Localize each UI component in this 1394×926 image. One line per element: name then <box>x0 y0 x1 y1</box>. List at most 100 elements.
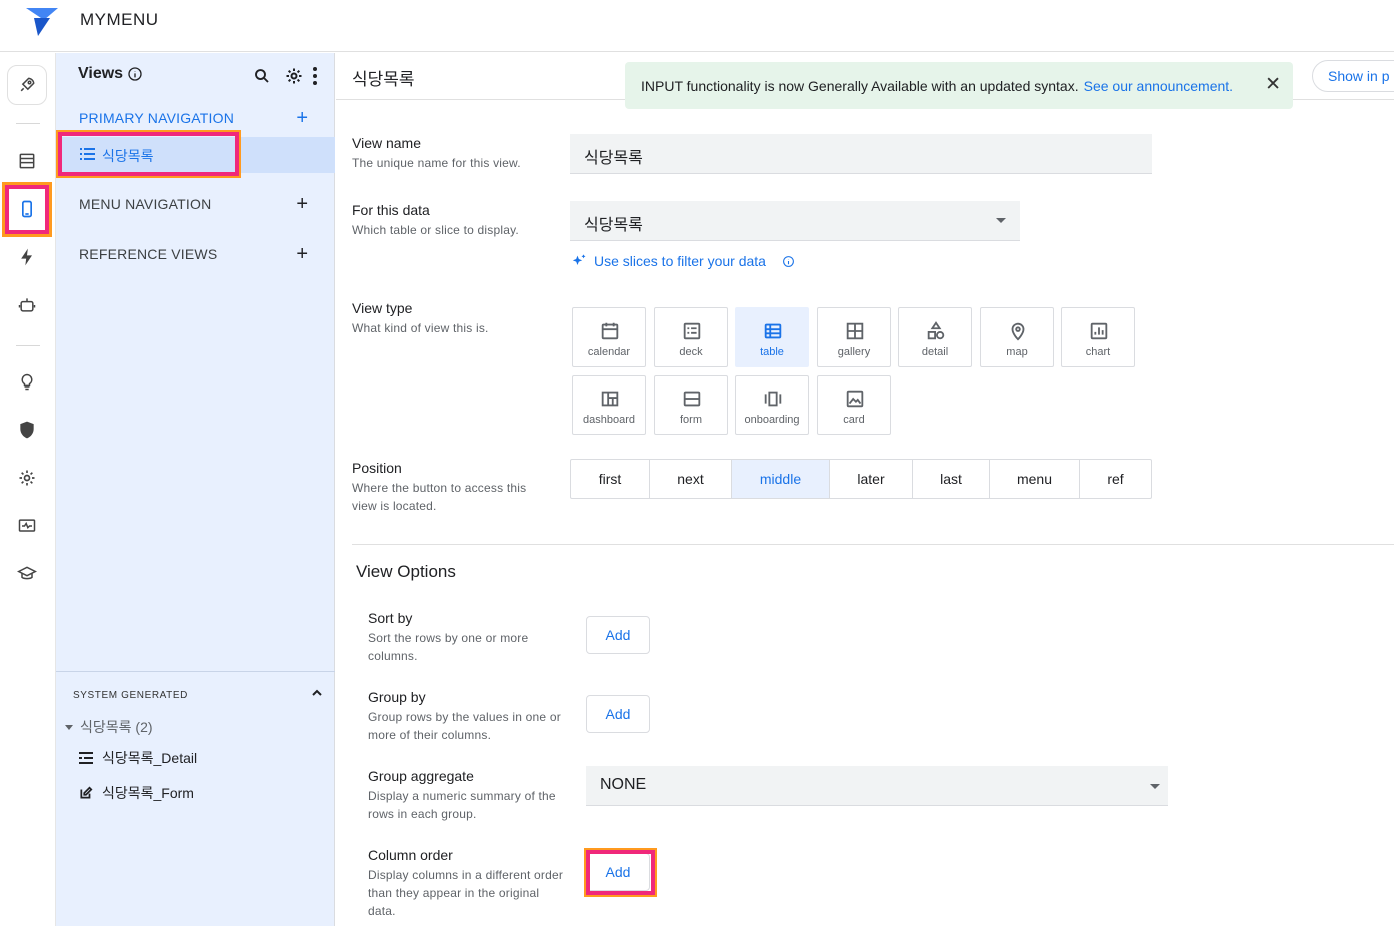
search-icon[interactable] <box>253 67 271 85</box>
rail-divider <box>16 123 40 124</box>
position-menu[interactable]: menu <box>990 460 1080 498</box>
shield-icon[interactable] <box>7 410 47 450</box>
deck-icon <box>683 322 701 340</box>
view-type-label: deck <box>679 346 703 358</box>
group-aggregate-value: NONE <box>600 776 647 793</box>
system-group-toggle[interactable]: 식당목록 (2) <box>64 717 153 737</box>
edit-icon <box>80 786 93 799</box>
rocket-icon[interactable] <box>7 65 47 105</box>
position-segmented-control: first next middle later last menu ref <box>570 459 1152 499</box>
top-bar: MYMENU <box>0 0 1394 52</box>
chevron-up-icon[interactable] <box>311 687 323 699</box>
add-button-highlight-box <box>586 850 655 895</box>
system-item-label: 식당목록_Form <box>102 785 194 801</box>
position-first[interactable]: first <box>571 460 650 498</box>
add-primary-view-button[interactable]: + <box>296 108 308 128</box>
announcement-toast: INPUT functionality is now Generally Ava… <box>625 62 1293 109</box>
system-item-detail[interactable]: 식당목록_Detail <box>79 748 197 768</box>
dropdown-arrow-icon <box>996 218 1006 223</box>
sort-by-help-1: Sort the rows by one or more <box>368 631 529 645</box>
view-type-map[interactable]: map <box>980 307 1054 367</box>
view-type-label: chart <box>1085 346 1111 358</box>
view-type-label: dashboard <box>583 414 635 426</box>
view-type-table[interactable]: table <box>735 307 809 367</box>
view-type-label: calendar <box>587 346 631 358</box>
show-in-preview-button[interactable]: Show in p <box>1312 60 1394 92</box>
info-icon[interactable] <box>127 66 143 82</box>
group-aggregate-select[interactable]: NONE <box>586 766 1168 806</box>
app-title: MYMENU <box>80 10 159 29</box>
for-data-select[interactable]: 식당목록 <box>570 201 1020 241</box>
group-aggregate-label: Group aggregate <box>368 768 474 784</box>
views-panel: Views PRIMARY NAVIGATION + 식당목록 MENU NAV… <box>56 53 335 926</box>
table-icon <box>764 323 782 339</box>
bolt-icon[interactable] <box>7 237 47 277</box>
gallery-icon <box>846 322 864 340</box>
view-type-label: detail <box>921 346 949 358</box>
view-type-label: card <box>843 414 865 426</box>
group-by-add-button[interactable]: Add <box>586 695 650 733</box>
view-type-calendar[interactable]: calendar <box>572 307 646 367</box>
group-aggregate-help-1: Display a numeric summary of the <box>368 789 556 803</box>
toast-text: INPUT functionality is now Generally Ava… <box>641 77 1079 94</box>
lightbulb-icon[interactable] <box>7 362 47 402</box>
graduation-cap-icon[interactable] <box>7 554 47 594</box>
announcement-link[interactable]: See our announcement. <box>1084 78 1233 94</box>
system-group-label: 식당목록 (2) <box>80 719 153 735</box>
data-table-icon[interactable] <box>7 141 47 181</box>
for-data-value: 식당목록 <box>584 217 643 234</box>
view-type-label: gallery <box>837 346 871 358</box>
monitor-icon[interactable] <box>7 506 47 546</box>
detail-list-icon <box>79 752 93 764</box>
form-icon <box>683 391 701 407</box>
sort-by-help-2: columns. <box>368 649 418 663</box>
dashboard-icon <box>601 391 619 407</box>
view-type-detail[interactable]: detail <box>898 307 972 367</box>
bot-icon[interactable] <box>7 285 47 325</box>
position-help-1: Where the button to access this <box>352 481 527 495</box>
view-type-gallery[interactable]: gallery <box>817 307 891 367</box>
close-icon[interactable]: ✕ <box>1265 75 1281 94</box>
add-menu-view-button[interactable]: + <box>296 194 308 214</box>
info-icon[interactable] <box>782 255 795 268</box>
sort-by-add-button[interactable]: Add <box>586 616 650 654</box>
add-reference-view-button[interactable]: + <box>296 244 308 264</box>
column-order-help-3: data. <box>368 904 396 918</box>
system-item-label: 식당목록_Detail <box>102 750 198 766</box>
view-type-card[interactable]: card <box>817 375 891 435</box>
view-type-form[interactable]: form <box>654 375 728 435</box>
system-item-form[interactable]: 식당목록_Form <box>79 783 194 803</box>
view-type-chart[interactable]: chart <box>1061 307 1135 367</box>
column-order-label: Column order <box>368 847 453 863</box>
position-ref[interactable]: ref <box>1080 460 1151 498</box>
view-type-label: table <box>760 346 784 358</box>
image-card-icon <box>846 390 864 408</box>
position-later[interactable]: later <box>830 460 913 498</box>
view-name-input[interactable]: 식당목록 <box>570 134 1152 174</box>
rail-highlight-box <box>2 182 52 237</box>
rail-divider <box>16 345 40 346</box>
calendar-icon <box>601 322 619 340</box>
settings-gear-icon[interactable] <box>284 66 304 86</box>
group-aggregate-help-2: rows in each group. <box>368 807 477 821</box>
views-header: Views <box>78 65 143 83</box>
position-next[interactable]: next <box>650 460 732 498</box>
view-name-label: View name <box>352 135 422 151</box>
view-type-onboarding[interactable]: onboarding <box>735 375 809 435</box>
view-type-label: map <box>1006 346 1028 358</box>
group-by-help-1: Group rows by the values in one or <box>368 710 561 724</box>
position-last[interactable]: last <box>913 460 990 498</box>
position-middle[interactable]: middle <box>732 460 830 498</box>
for-data-help: Which table or slice to display. <box>352 223 519 237</box>
use-slices-link[interactable]: Use slices to filter your data <box>571 253 795 269</box>
view-type-deck[interactable]: deck <box>654 307 728 367</box>
left-rail <box>0 53 56 926</box>
use-slices-text: Use slices to filter your data <box>594 253 766 269</box>
nav-highlight-box <box>58 132 239 176</box>
column-order-help-2: than they appear in the original <box>368 886 540 900</box>
system-divider <box>56 671 335 672</box>
view-type-dashboard[interactable]: dashboard <box>572 375 646 435</box>
gear-icon[interactable] <box>7 458 47 498</box>
more-vert-icon[interactable] <box>310 66 320 86</box>
chart-icon <box>1090 322 1108 340</box>
